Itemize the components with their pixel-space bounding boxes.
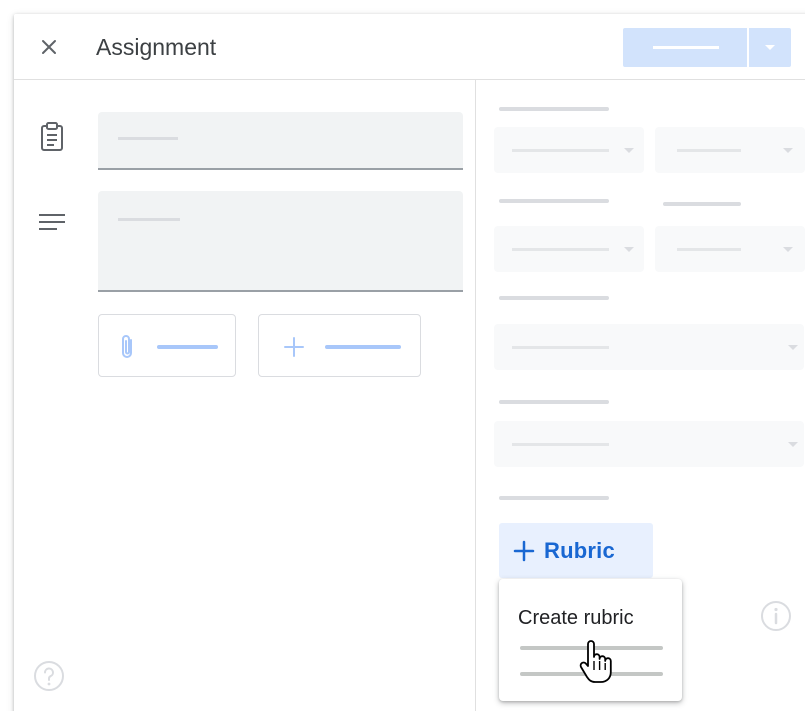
info-icon[interactable] xyxy=(760,600,792,632)
clipboard-icon xyxy=(32,117,72,157)
add-file-label-placeholder xyxy=(157,345,218,349)
assignment-dialog: Assignment Rubric Create rubric xyxy=(14,14,805,711)
select-placeholder xyxy=(512,346,609,349)
select-placeholder xyxy=(677,149,741,152)
chevron-down-icon xyxy=(783,247,793,252)
hand-pointer-cursor-icon xyxy=(579,640,612,683)
due-select[interactable] xyxy=(655,226,805,272)
assign-button-placeholder xyxy=(653,46,719,49)
help-circle-icon[interactable] xyxy=(33,660,65,692)
create-button[interactable] xyxy=(258,314,421,377)
grade-category-label-placeholder xyxy=(499,400,609,404)
chevron-down-icon xyxy=(788,442,798,447)
instructions-input[interactable] xyxy=(98,191,463,292)
points-select[interactable] xyxy=(494,226,644,272)
rubric-label-placeholder xyxy=(499,496,609,500)
grade-category-select[interactable] xyxy=(494,421,804,467)
due-label-placeholder xyxy=(663,202,741,206)
dialog-header: Assignment xyxy=(14,14,805,80)
assign-button[interactable] xyxy=(623,28,747,67)
add-file-button[interactable] xyxy=(98,314,236,377)
chevron-down-icon xyxy=(788,345,798,350)
students-select[interactable] xyxy=(655,127,805,173)
select-placeholder xyxy=(677,248,741,251)
plus-icon xyxy=(513,540,535,562)
panel-divider xyxy=(475,80,476,711)
create-rubric-menu-item[interactable]: Create rubric xyxy=(518,607,634,630)
instructions-placeholder xyxy=(118,218,180,221)
notes-lines-icon xyxy=(32,202,72,242)
title-placeholder xyxy=(118,137,178,140)
select-placeholder xyxy=(512,248,609,251)
chevron-down-icon xyxy=(783,148,793,153)
dialog-title: Assignment xyxy=(96,34,217,60)
create-label-placeholder xyxy=(325,345,401,349)
for-select[interactable] xyxy=(494,127,644,173)
plus-icon xyxy=(284,337,304,357)
select-placeholder xyxy=(512,149,609,152)
topic-select[interactable] xyxy=(494,324,804,370)
chevron-down-icon xyxy=(624,148,634,153)
add-rubric-button[interactable]: Rubric xyxy=(499,523,653,578)
close-icon xyxy=(42,40,56,54)
select-placeholder xyxy=(512,443,609,446)
add-rubric-label: Rubric xyxy=(544,537,615,563)
topic-label-placeholder xyxy=(499,296,609,300)
paperclip-icon xyxy=(122,335,132,358)
assign-options-button[interactable] xyxy=(749,28,791,67)
points-label-placeholder xyxy=(499,199,609,203)
close-button[interactable] xyxy=(34,32,64,62)
chevron-down-icon xyxy=(765,45,775,50)
chevron-down-icon xyxy=(624,247,634,252)
title-input[interactable] xyxy=(98,112,463,170)
points-label-placeholder xyxy=(499,107,609,111)
